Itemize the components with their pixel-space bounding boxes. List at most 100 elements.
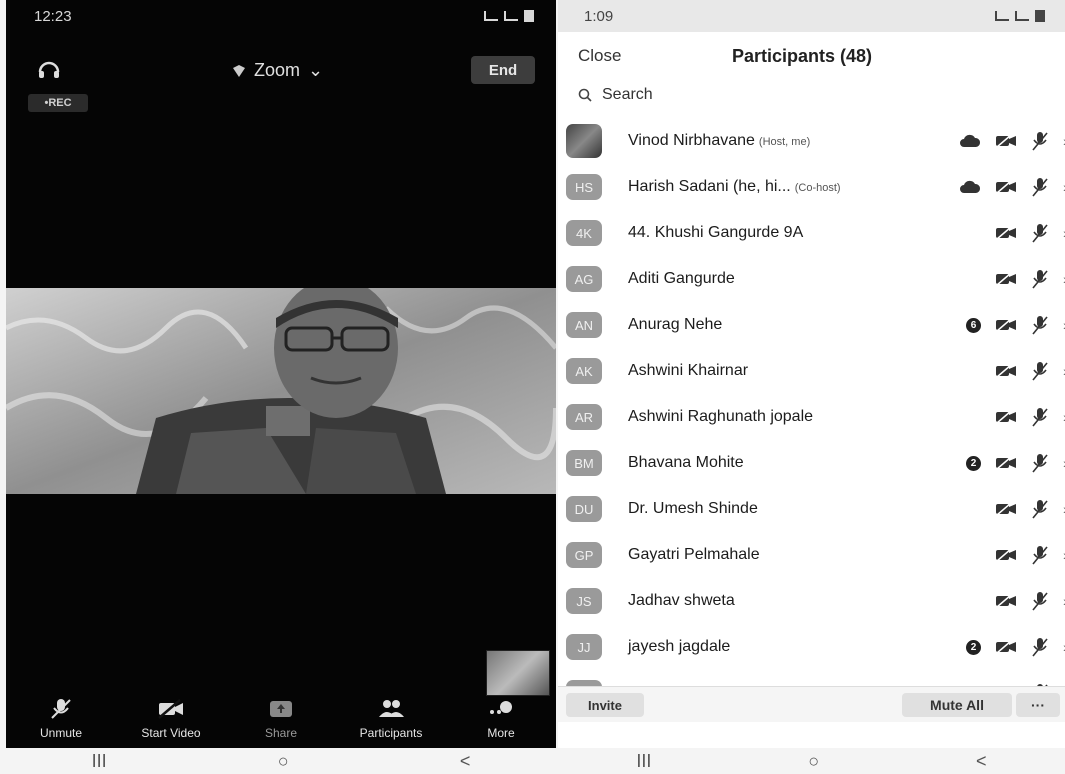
status-icons — [995, 10, 1045, 22]
participant-status-icons: 6› — [966, 315, 1065, 335]
chevron-down-icon: ⌄ — [308, 60, 324, 80]
mic-muted-icon — [1032, 316, 1048, 335]
participants-label: Participants — [359, 726, 423, 740]
video-off-icon — [996, 502, 1016, 516]
participant-name: Vinod Nirbhavane — [628, 132, 755, 149]
participant-row[interactable]: DU Dr. Umesh Shinde › — [558, 486, 1065, 532]
participant-row[interactable]: AK Ashwini Khairnar › — [558, 348, 1065, 394]
participant-row[interactable]: AR Ashwini Raghunath jopale › — [558, 394, 1065, 440]
video-off-icon — [996, 594, 1016, 608]
more-button[interactable]: More — [456, 698, 546, 740]
participant-status-icons: › — [959, 177, 1065, 197]
avatar — [566, 124, 602, 158]
mic-muted-icon — [1032, 270, 1048, 289]
video-feed-image — [6, 288, 556, 494]
status-bar: 12:23 — [6, 0, 556, 32]
unmute-button[interactable]: Unmute — [16, 698, 106, 740]
participant-name-block: Anurag Nehe — [628, 316, 726, 334]
search-placeholder: Search — [602, 86, 653, 103]
mic-muted-icon — [1032, 408, 1048, 427]
mic-muted-icon — [1032, 178, 1048, 197]
video-off-icon — [996, 364, 1016, 378]
more-options-button[interactable]: ··· — [1016, 693, 1060, 717]
participant-row[interactable]: BM Bhavana Mohite 2› — [558, 440, 1065, 486]
signal-icon-2 — [504, 11, 518, 21]
participant-row[interactable]: 4K 44. Khushi Gangurde 9A › — [558, 210, 1065, 256]
recents-nav-button[interactable]: III — [636, 751, 651, 772]
more-icon — [490, 701, 512, 714]
signal-icon — [484, 11, 498, 21]
participant-row[interactable]: Vinod Nirbhavane(Host, me) › — [558, 118, 1065, 164]
rec-label: REC — [48, 97, 72, 109]
back-nav-button[interactable]: < — [460, 751, 471, 772]
recents-nav-button[interactable]: III — [92, 751, 107, 772]
avatar: JJ — [566, 634, 602, 660]
signal-icon — [995, 11, 1009, 21]
participant-row[interactable]: JS Jadhav shweta › — [558, 578, 1065, 624]
reaction-badge: 2 — [966, 639, 981, 655]
more-label: More — [487, 726, 515, 740]
status-bar: 1:09 — [558, 0, 1065, 32]
mute-all-button[interactable]: Mute All — [902, 693, 1012, 717]
participant-name: Ashwini Raghunath jopale — [628, 408, 814, 425]
avatar: AN — [566, 312, 602, 338]
participants-screen: 1:09 Close Participants (48) Search Vino… — [558, 0, 1065, 748]
participant-role: (Co-host) — [794, 182, 841, 194]
meeting-title-dropdown[interactable]: Zoom ⌄ — [232, 60, 323, 81]
participants-button[interactable]: Participants — [346, 698, 436, 740]
participant-row[interactable]: HS Harish Sadani (he, hi...(Co-host) › — [558, 164, 1065, 210]
video-off-icon — [996, 318, 1016, 332]
participant-row[interactable]: GP Gayatri Pelmahale › — [558, 532, 1065, 578]
participants-title: Participants (48) — [732, 46, 873, 66]
video-off-icon — [996, 272, 1016, 286]
avatar: JS — [566, 588, 602, 614]
participant-name-block: Ashwini Raghunath jopale — [628, 408, 817, 426]
status-time: 12:23 — [34, 7, 72, 25]
end-meeting-button[interactable]: End — [471, 56, 535, 84]
mic-muted-icon — [1032, 132, 1048, 151]
participant-search[interactable]: Search — [578, 80, 1045, 110]
home-nav-button[interactable]: ○ — [278, 751, 289, 772]
avatar: BM — [566, 450, 602, 476]
start-video-button[interactable]: Start Video — [126, 698, 216, 740]
mic-muted-icon — [1032, 454, 1048, 473]
home-nav-button[interactable]: ○ — [808, 751, 819, 772]
reaction-badge: 2 — [966, 455, 981, 471]
participant-row[interactable]: JJ jayesh jagdale 2› — [558, 624, 1065, 670]
participant-name-block: Harish Sadani (he, hi... (Co-host) — [628, 178, 841, 196]
close-button[interactable]: Close — [578, 46, 621, 66]
meeting-title: Zoom — [254, 60, 301, 80]
participant-name: Bhavana Mohite — [628, 454, 744, 471]
avatar: GP — [566, 542, 602, 568]
participant-status-icons: › — [995, 223, 1065, 243]
participant-name: Dr. Umesh Shinde — [628, 500, 758, 517]
video-off-icon — [158, 699, 183, 719]
meeting-top-bar: Zoom ⌄ End — [6, 50, 556, 90]
participant-status-icons: › — [995, 269, 1065, 289]
participant-status-icons: › — [995, 499, 1065, 519]
participant-name-block: Dr. Umesh Shinde — [628, 500, 762, 518]
video-off-icon — [996, 410, 1016, 424]
participants-header: Close Participants (48) — [558, 40, 1065, 76]
video-off-icon — [996, 456, 1016, 470]
participant-row[interactable]: AG Aditi Gangurde › — [558, 256, 1065, 302]
participants-footer: Invite Mute All ··· — [558, 686, 1065, 722]
invite-button[interactable]: Invite — [566, 693, 644, 717]
participant-name: Aditi Gangurde — [628, 270, 735, 287]
participant-name-block: Jadhav shweta — [628, 592, 739, 610]
participant-status-icons: › — [995, 591, 1065, 611]
avatar: HS — [566, 174, 602, 200]
audio-headset-icon[interactable] — [36, 58, 62, 80]
share-button[interactable]: Share — [236, 698, 326, 740]
right-android-navbar: III ○ < — [558, 748, 1065, 774]
cloud-recording-icon — [960, 180, 981, 193]
participant-status-icons: › — [995, 545, 1065, 565]
mic-off-icon — [51, 699, 71, 719]
participant-status-icons: 2› — [966, 453, 1065, 473]
back-nav-button[interactable]: < — [976, 751, 987, 772]
status-icons — [484, 10, 534, 22]
mic-muted-icon — [1032, 546, 1048, 565]
participant-row[interactable]: AN Anurag Nehe 6› — [558, 302, 1065, 348]
participant-name: Jadhav shweta — [628, 592, 735, 609]
participant-list: Vinod Nirbhavane(Host, me) › HS Harish Sada… — [558, 118, 1065, 716]
